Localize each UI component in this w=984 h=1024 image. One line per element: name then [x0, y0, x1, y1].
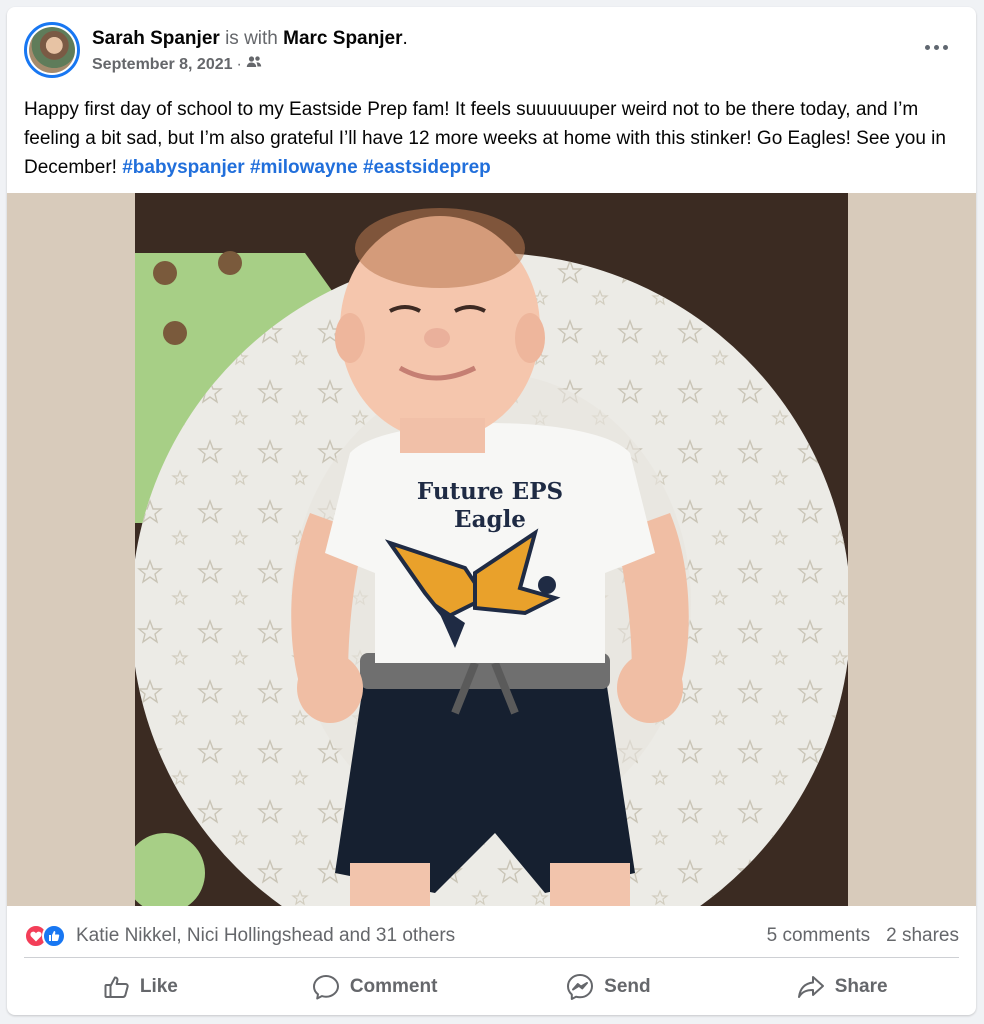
comment-button[interactable]: Comment	[258, 962, 492, 1012]
post-header: Sarah Spanjer is with Marc Spanjer. Sept…	[7, 7, 976, 87]
more-options-button[interactable]	[920, 37, 952, 57]
hashtag-link[interactable]: #eastsideprep	[363, 157, 491, 178]
more-dot-icon	[924, 44, 930, 50]
reaction-icons	[24, 924, 66, 948]
like-icon	[42, 924, 66, 948]
reactions-summary[interactable]: Katie Nikkel, Nici Hollingshead and 31 o…	[24, 924, 455, 948]
like-label: Like	[139, 976, 178, 997]
comment-label: Comment	[349, 976, 438, 997]
period: .	[402, 28, 408, 49]
post-photo-container: Future EPS Eagle	[7, 193, 976, 906]
comments-count[interactable]: 5 comments	[767, 925, 870, 947]
thumbs-up-icon	[104, 976, 129, 998]
friends-icon[interactable]	[246, 55, 262, 75]
action-divider	[24, 957, 959, 958]
author-line: Sarah Spanjer is with Marc Spanjer.	[92, 27, 408, 51]
shirt-text-line1: Future EPS	[417, 478, 563, 505]
post-photo[interactable]: Future EPS Eagle	[135, 193, 848, 906]
send-label: Send	[604, 976, 651, 997]
engagement-counts: 5 comments 2 shares	[767, 925, 959, 947]
share-button[interactable]: Share	[725, 962, 959, 1012]
more-dot-icon	[942, 44, 948, 50]
avatar-photo	[29, 27, 75, 73]
post-card: Sarah Spanjer is with Marc Spanjer. Sept…	[7, 7, 976, 1015]
share-label: Share	[834, 976, 888, 997]
post-actions: Like Comment Send Share	[24, 962, 959, 1012]
shares-count[interactable]: 2 shares	[886, 925, 959, 947]
hashtag-link[interactable]: #babyspanjer	[122, 157, 245, 178]
post-meta: September 8, 2021 ·	[92, 55, 262, 75]
comment-icon	[312, 975, 339, 1000]
share-arrow-icon	[797, 976, 824, 998]
messenger-icon	[567, 974, 594, 1000]
more-dot-icon	[933, 44, 939, 50]
reaction-names[interactable]: Katie Nikkel, Nici Hollingshead and 31 o…	[76, 925, 455, 947]
author-name[interactable]: Sarah Spanjer	[92, 28, 220, 49]
post-text: Happy first day of school to my Eastside…	[24, 95, 964, 182]
shirt-text-line2: Eagle	[454, 506, 526, 533]
post-date[interactable]: September 8, 2021	[92, 55, 233, 75]
meta-separator: ·	[236, 56, 242, 73]
hashtag-link[interactable]: #milowayne	[250, 157, 358, 178]
avatar[interactable]	[24, 22, 80, 78]
tagged-name[interactable]: Marc Spanjer	[283, 28, 402, 49]
reactions-bar: Katie Nikkel, Nici Hollingshead and 31 o…	[24, 921, 959, 951]
with-text: is with	[225, 28, 278, 49]
send-button[interactable]: Send	[492, 962, 726, 1012]
like-button[interactable]: Like	[24, 962, 258, 1012]
